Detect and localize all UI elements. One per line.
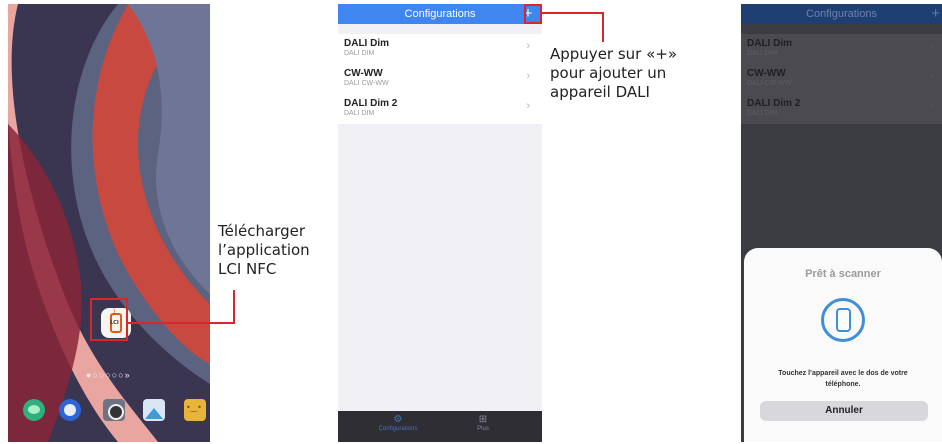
- list-item: DALI Dim 2 DALI DIM ›: [741, 94, 942, 124]
- chevron-right-icon: ›: [526, 100, 530, 112]
- tab-plus[interactable]: ⊞ Plus: [463, 414, 503, 432]
- phone-icon: [836, 308, 851, 332]
- nfc-scan-sheet: Prêt à scanner Touchez l’appareil avec l…: [744, 248, 942, 442]
- chevron-right-icon: ›: [929, 70, 933, 82]
- header-bar: Configurations: [741, 4, 942, 24]
- list-item[interactable]: DALI Dim 2 DALI DIM ›: [338, 94, 542, 124]
- caption-line: l’application: [218, 241, 310, 259]
- chevron-right-icon: ›: [526, 40, 530, 52]
- chevron-right-icon: ›: [526, 70, 530, 82]
- configuration-list: DALI Dim DALI DIM › CW-WW DALI CW-WW › D…: [741, 34, 942, 124]
- item-type: DALI DIM: [747, 110, 778, 117]
- callout-line: [602, 12, 604, 42]
- item-name: DALI Dim 2: [344, 98, 398, 109]
- browser-icon[interactable]: [59, 399, 81, 421]
- list-item[interactable]: CW-WW DALI CW-WW ›: [338, 64, 542, 94]
- list-item[interactable]: DALI Dim DALI DIM ›: [338, 34, 542, 64]
- caption-line: LCI NFC: [218, 260, 277, 278]
- emoji-icon[interactable]: [184, 399, 206, 421]
- android-home-screen: ) LCI ●○○○○○»: [8, 4, 210, 442]
- page-title: Configurations: [404, 8, 476, 20]
- sheet-title: Prêt à scanner: [805, 268, 881, 280]
- gear-icon: ⚙: [393, 414, 403, 425]
- add-button-highlight: [524, 4, 542, 24]
- item-type: DALI DIM: [344, 50, 375, 57]
- chat-icon[interactable]: [23, 399, 45, 421]
- cancel-button[interactable]: Annuler: [760, 401, 928, 421]
- chevron-right-icon: ›: [929, 40, 933, 52]
- item-type: DALI CW-WW: [747, 80, 792, 87]
- item-name: CW-WW: [747, 68, 786, 79]
- add-device-caption: Appuyer sur «+» pour ajouter un appareil…: [550, 45, 677, 102]
- list-item: DALI Dim DALI DIM ›: [741, 34, 942, 64]
- list-item: CW-WW DALI CW-WW ›: [741, 64, 942, 94]
- add-button: +: [931, 5, 940, 22]
- item-name: DALI Dim: [747, 38, 792, 49]
- item-type: DALI CW-WW: [344, 80, 389, 87]
- tab-label: Configurations: [378, 426, 418, 432]
- tab-bar: ⚙ Configurations ⊞ Plus: [338, 411, 542, 442]
- caption-line: pour ajouter un: [550, 64, 667, 82]
- callout-line: [542, 12, 604, 14]
- grid-icon: ⊞: [478, 414, 488, 425]
- header-bar: Configurations: [338, 4, 542, 24]
- caption-line: appareil DALI: [550, 83, 650, 101]
- tab-configurations[interactable]: ⚙ Configurations: [368, 414, 428, 432]
- app-icon-highlight: [90, 298, 128, 341]
- dock: [18, 399, 206, 429]
- chevron-right-icon: ›: [929, 100, 933, 112]
- caption-line: Appuyer sur «+»: [550, 45, 678, 63]
- gallery-icon[interactable]: [143, 399, 165, 421]
- caption-line: Télécharger: [218, 222, 306, 240]
- tab-label: Plus: [477, 426, 489, 432]
- callout-line: [233, 290, 235, 324]
- configuration-list: DALI Dim DALI DIM › CW-WW DALI CW-WW › D…: [338, 34, 542, 124]
- item-name: DALI Dim 2: [747, 98, 801, 109]
- callout-line: [128, 322, 235, 324]
- page-title: Configurations: [806, 8, 877, 20]
- item-type: DALI DIM: [344, 110, 375, 117]
- item-type: DALI DIM: [747, 50, 778, 57]
- item-name: CW-WW: [344, 68, 383, 79]
- nfc-phone-icon: [821, 298, 865, 342]
- sheet-message: Touchez l’appareil avec le dos de votre …: [778, 370, 908, 388]
- scan-screen: Configurations + DALI Dim DALI DIM › CW-…: [741, 4, 942, 442]
- camera-icon[interactable]: [103, 399, 125, 421]
- configurations-screen: Configurations + DALI Dim DALI DIM › CW-…: [338, 4, 542, 442]
- page-indicator: ●○○○○○»: [86, 370, 131, 380]
- item-name: DALI Dim: [344, 38, 389, 49]
- download-caption: Télécharger l’application LCI NFC: [218, 222, 310, 279]
